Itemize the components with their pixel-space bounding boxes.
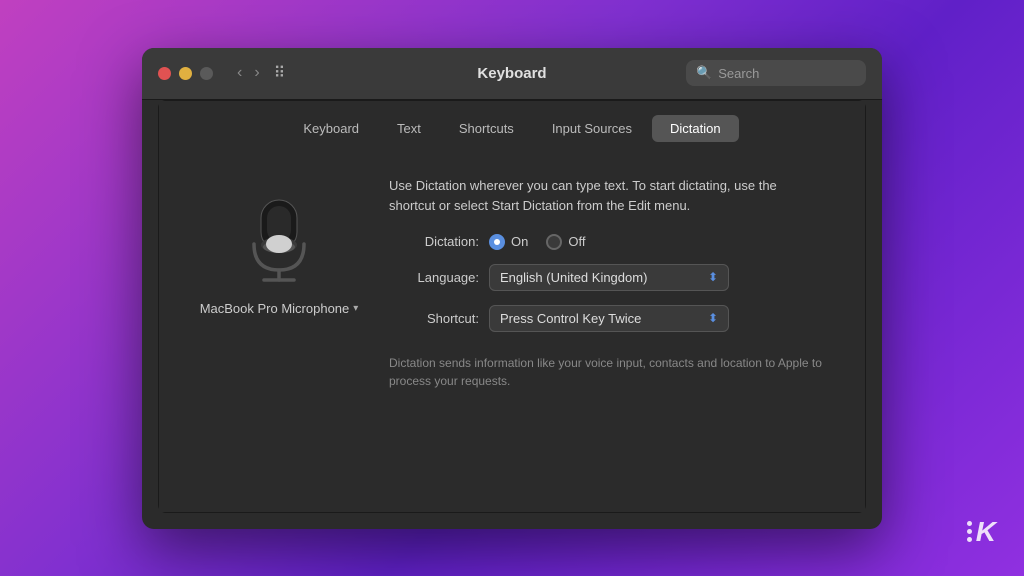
tab-text[interactable]: Text	[379, 115, 439, 142]
language-label: Language:	[389, 270, 479, 285]
tabs-bar: Keyboard Text Shortcuts Input Sources Di…	[159, 101, 865, 152]
search-box[interactable]: 🔍 Search	[686, 60, 866, 86]
logo-letter: K	[976, 516, 996, 548]
shortcut-value: Press Control Key Twice	[500, 311, 641, 326]
back-button[interactable]: ‹	[233, 62, 246, 84]
tab-keyboard[interactable]: Keyboard	[285, 115, 377, 142]
keyboard-window: ‹ › ⠿ Keyboard 🔍 Search Keyboard Text Sh…	[142, 48, 882, 529]
grid-icon: ⠿	[274, 63, 286, 83]
tab-input-sources[interactable]: Input Sources	[534, 115, 650, 142]
microphone-label: MacBook Pro Microphone ▾	[200, 301, 359, 316]
window-controls	[158, 67, 213, 80]
dictation-on-label: On	[511, 234, 528, 249]
dictation-label: Dictation:	[389, 234, 479, 249]
dictation-on-option[interactable]: On	[489, 234, 528, 250]
chevron-up-down-icon: ⬍	[708, 270, 718, 284]
window-title: Keyboard	[477, 65, 546, 82]
forward-button[interactable]: ›	[250, 62, 263, 84]
language-value: English (United Kingdom)	[500, 270, 647, 285]
tab-shortcuts[interactable]: Shortcuts	[441, 115, 532, 142]
left-panel: MacBook Pro Microphone ▾	[199, 172, 359, 482]
microphone-name: MacBook Pro Microphone	[200, 301, 350, 316]
form-rows: Dictation: On Off	[389, 234, 825, 332]
radio-inner	[494, 239, 500, 245]
dictation-on-radio[interactable]	[489, 234, 505, 250]
logo-dots	[967, 521, 972, 542]
dictation-off-option[interactable]: Off	[546, 234, 585, 250]
tab-dictation[interactable]: Dictation	[652, 115, 739, 142]
main-content: MacBook Pro Microphone ▾ Use Dictation w…	[159, 152, 865, 512]
nav-arrows: ‹ ›	[233, 62, 264, 84]
minimize-button[interactable]	[179, 67, 192, 80]
dictation-off-radio[interactable]	[546, 234, 562, 250]
dictation-radio-group: On Off	[489, 234, 585, 250]
dictation-row: Dictation: On Off	[389, 234, 825, 250]
maximize-button[interactable]	[200, 67, 213, 80]
chevron-up-down-icon-2: ⬍	[708, 311, 718, 325]
logo-dot-1	[967, 521, 972, 526]
language-row: Language: English (United Kingdom) ⬍	[389, 264, 825, 291]
shortcut-row: Shortcut: Press Control Key Twice ⬍	[389, 305, 825, 332]
close-button[interactable]	[158, 67, 171, 80]
right-panel: Use Dictation wherever you can type text…	[389, 172, 825, 482]
search-placeholder: Search	[718, 66, 759, 81]
shortcut-dropdown[interactable]: Press Control Key Twice ⬍	[489, 305, 729, 332]
titlebar: ‹ › ⠿ Keyboard 🔍 Search	[142, 48, 882, 100]
dictation-off-label: Off	[568, 234, 585, 249]
shortcut-label: Shortcut:	[389, 311, 479, 326]
logo-dot-3	[967, 537, 972, 542]
logo-dot-2	[967, 529, 972, 534]
language-dropdown[interactable]: English (United Kingdom) ⬍	[489, 264, 729, 291]
privacy-text: Dictation sends information like your vo…	[389, 354, 825, 390]
knowtechie-logo: K	[967, 516, 996, 548]
chevron-down-icon: ▾	[353, 303, 358, 314]
inner-window: Keyboard Text Shortcuts Input Sources Di…	[158, 100, 866, 513]
search-icon: 🔍	[696, 65, 712, 81]
description-text: Use Dictation wherever you can type text…	[389, 176, 825, 216]
microphone-icon	[239, 192, 319, 287]
